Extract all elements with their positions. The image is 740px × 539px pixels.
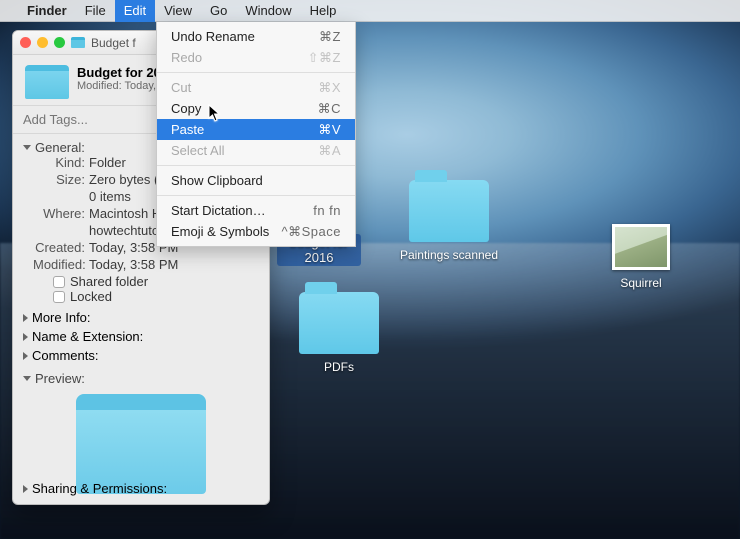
menu-edit[interactable]: Edit	[115, 0, 155, 22]
locked-checkbox[interactable]: Locked	[23, 289, 259, 304]
shared-folder-checkbox[interactable]: Shared folder	[23, 274, 259, 289]
shortcut: ⌘Z	[319, 29, 341, 45]
folder-icon	[299, 292, 379, 354]
shortcut: fn fn	[313, 203, 341, 218]
menu-help[interactable]: Help	[301, 0, 346, 22]
label: Paste	[171, 122, 204, 137]
menu-redo: Redo ⇧⌘Z	[157, 47, 355, 68]
label: Select All	[171, 143, 224, 158]
shortcut: ⌘V	[318, 122, 341, 138]
shortcut: ⌘C	[318, 101, 341, 117]
label: Redo	[171, 50, 202, 65]
menu-emoji-symbols[interactable]: Emoji & Symbols ^⌘Space	[157, 221, 355, 242]
cursor-icon	[208, 104, 222, 127]
menu-cut: Cut ⌘X	[157, 77, 355, 98]
kind-value: Folder	[89, 155, 126, 170]
minimize-button[interactable]	[37, 37, 48, 48]
window-title: Budget f	[91, 36, 136, 50]
folder-icon	[409, 180, 489, 242]
folder-icon	[71, 37, 85, 48]
menu-show-clipboard[interactable]: Show Clipboard	[157, 170, 355, 191]
zoom-button[interactable]	[54, 37, 65, 48]
shortcut: ⌘X	[318, 80, 341, 96]
menu-paste[interactable]: Paste ⌘V	[157, 119, 355, 140]
menu-view[interactable]: View	[155, 0, 201, 22]
menu-file[interactable]: File	[76, 0, 115, 22]
label: Emoji & Symbols	[171, 224, 269, 239]
label: Copy	[171, 101, 201, 116]
name-ext-header[interactable]: Name & Extension:	[23, 329, 259, 344]
image-thumbnail-icon	[612, 224, 670, 270]
close-button[interactable]	[20, 37, 31, 48]
header-modified: Modified: Today,	[77, 80, 161, 92]
size-value: Zero bytes (Z	[89, 172, 166, 187]
menu-copy[interactable]: Copy ⌘C	[157, 98, 355, 119]
icon-label: PDFs	[284, 359, 394, 375]
desktop-folder-paintings[interactable]: Paintings scanned	[394, 180, 504, 263]
header-name: Budget for 20	[77, 65, 161, 80]
shortcut: ⇧⌘Z	[308, 50, 341, 66]
edit-dropdown: Undo Rename ⌘Z Redo ⇧⌘Z Cut ⌘X Copy ⌘C P…	[156, 22, 356, 247]
label: Start Dictation…	[171, 203, 266, 218]
comments-header[interactable]: Comments:	[23, 348, 259, 363]
label: Undo Rename	[171, 29, 255, 44]
preview-header[interactable]: Preview:	[23, 371, 259, 386]
menu-undo[interactable]: Undo Rename ⌘Z	[157, 26, 355, 47]
menu-start-dictation[interactable]: Start Dictation… fn fn	[157, 200, 355, 221]
header-folder-icon	[25, 65, 69, 99]
icon-label: Squirrel	[596, 275, 686, 291]
desktop-folder-pdfs[interactable]: PDFs	[284, 292, 394, 375]
label: Cut	[171, 80, 191, 95]
icon-label: Paintings scanned	[394, 247, 504, 263]
label: Show Clipboard	[171, 173, 263, 188]
menubar: Finder File Edit View Go Window Help	[0, 0, 740, 22]
menu-go[interactable]: Go	[201, 0, 236, 22]
menu-select-all: Select All ⌘A	[157, 140, 355, 161]
app-menu[interactable]: Finder	[18, 0, 76, 22]
sharing-header[interactable]: Sharing & Permissions:	[23, 481, 167, 496]
modified-value: Today, 3:58 PM	[89, 257, 178, 272]
shortcut: ⌘A	[318, 143, 341, 159]
shortcut: ^⌘Space	[282, 224, 341, 240]
more-info-header[interactable]: More Info:	[23, 310, 259, 325]
menu-window[interactable]: Window	[236, 0, 300, 22]
size-items: 0 items	[89, 189, 131, 204]
desktop-image-squirrel[interactable]: Squirrel	[596, 224, 686, 291]
